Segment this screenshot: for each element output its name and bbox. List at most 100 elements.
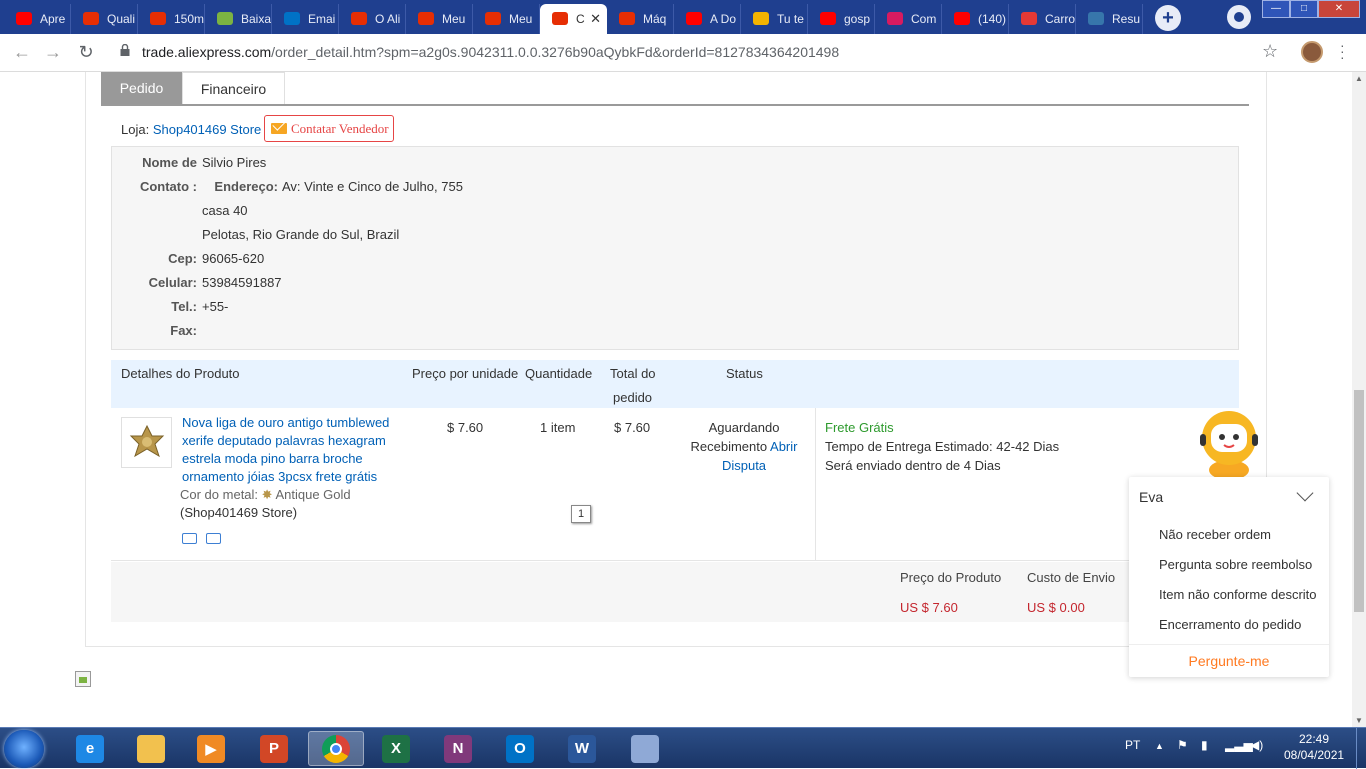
product-card-icon[interactable] [206, 533, 221, 544]
taskbar-app[interactable]: e [62, 731, 118, 766]
cellphone-value: 53984591887 [202, 275, 282, 290]
browser-tab[interactable]: Resu [1076, 4, 1143, 34]
language-indicator[interactable]: PT [1125, 738, 1140, 752]
taskbar-app-letter: W [574, 740, 590, 757]
close-tab-icon[interactable]: ✕ [590, 11, 601, 27]
delivery-label: Tempo de Entrega Estimado: [825, 439, 993, 454]
product-table-header: Detalhes do Produto Preço por unidade Qu… [111, 360, 1239, 408]
chat-option-not-received[interactable]: Não receber ordem [1159, 526, 1271, 544]
store-link[interactable]: Shop401469 Store [153, 122, 261, 137]
clock-date: 08/04/2021 [1284, 748, 1345, 762]
power-icon[interactable]: ▮ [1201, 738, 1208, 752]
sheriff-star-icon [129, 424, 164, 457]
taskbar-app[interactable]: N [430, 731, 486, 766]
system-clock[interactable]: 22:49 08/04/2021 [1284, 731, 1344, 763]
unit-price: $ 7.60 [447, 420, 484, 435]
taskbar-app[interactable]: ▶ [183, 731, 239, 766]
taskbar-app[interactable] [617, 731, 673, 766]
taskbar-app[interactable] [308, 731, 364, 766]
browser-tab-label: Emai [308, 12, 336, 26]
scroll-down-icon[interactable]: ▼ [1355, 716, 1363, 725]
header-quantity: Quantidade [525, 366, 593, 381]
ie-icon: e [76, 734, 104, 763]
bookmark-star-icon[interactable]: ☆ [1262, 41, 1278, 62]
browser-tab[interactable]: gosp [808, 4, 875, 34]
chat-option-refund[interactable]: Pergunta sobre reembolso [1159, 556, 1312, 574]
name-label: Nome de [142, 155, 197, 170]
delivery-line: Tempo de Entrega Estimado: 42-42 Dias [825, 437, 1059, 456]
page-number-badge[interactable]: 1 [571, 505, 591, 523]
scroll-up-icon[interactable]: ▲ [1355, 74, 1363, 83]
tab-search-icon[interactable] [1227, 5, 1251, 29]
volume-icon[interactable]: ◀) [1250, 738, 1263, 752]
browser-tab[interactable]: O Ali [339, 4, 406, 34]
aliexpress-icon [83, 12, 99, 25]
assistant-robot-icon[interactable] [1198, 406, 1260, 478]
download-icon [217, 12, 233, 25]
snapshot-icon[interactable] [182, 533, 197, 544]
taskbar-app[interactable]: P [246, 731, 302, 766]
show-desktop-button[interactable] [1356, 728, 1366, 769]
product-store: (Shop401469 Store) [180, 505, 298, 520]
network-icon[interactable]: ▂▃▅ [1225, 738, 1253, 752]
tab-financeiro[interactable]: Financeiro [182, 72, 285, 104]
chevron-down-icon[interactable] [1296, 484, 1314, 502]
aliexpress-icon [485, 12, 501, 25]
word-icon: W [568, 734, 596, 763]
scroll-thumb[interactable] [1354, 390, 1364, 612]
browser-tab-label: Apre [40, 12, 66, 26]
tel-value: +55- [202, 299, 229, 314]
back-icon[interactable]: ← [12, 42, 32, 62]
browser-tab[interactable]: Baixa [205, 4, 272, 34]
store-line: Loja: Shop401469 Store [121, 120, 261, 140]
profile-avatar[interactable] [1301, 41, 1323, 63]
browser-tab[interactable]: Máq [607, 4, 674, 34]
taskbar-app[interactable]: X [368, 731, 424, 766]
minimize-button[interactable]: — [1262, 0, 1290, 18]
excel-icon: X [382, 734, 410, 763]
header-total-line2: pedido [613, 390, 653, 405]
maximize-button[interactable]: □ [1290, 0, 1318, 18]
product-thumbnail[interactable] [121, 417, 172, 468]
browser-tab[interactable]: Emai [272, 4, 339, 34]
close-window-button[interactable]: ✕ [1318, 0, 1360, 18]
browser-tab[interactable]: Tu te [741, 4, 808, 34]
browser-tab[interactable]: Quali [71, 4, 138, 34]
taskbar-app[interactable] [123, 731, 179, 766]
store-label: Loja: [121, 122, 150, 137]
contact-seller-button[interactable]: Contatar Vendedor [264, 115, 394, 142]
product-title-link[interactable]: Nova liga de ouro antigo tumblewed xerif… [182, 414, 402, 486]
start-button[interactable] [4, 730, 44, 768]
browser-tab[interactable]: Meu [473, 4, 540, 34]
tray-expand-icon[interactable]: ▲ [1155, 741, 1164, 751]
tab-pedido[interactable]: Pedido [101, 72, 182, 104]
browser-tab[interactable]: Meu [406, 4, 473, 34]
browser-tab[interactable]: Apre [4, 4, 71, 34]
chat-option-order-closing[interactable]: Encerramento do pedido [1159, 616, 1301, 634]
browser-tab[interactable]: A Do [674, 4, 741, 34]
browser-tab[interactable]: Com [875, 4, 942, 34]
browser-tab-label: Quali [107, 12, 136, 26]
delivery-value: 42-42 Dias [996, 439, 1060, 454]
page-scrollbar[interactable]: ▲ ▼ [1352, 72, 1366, 727]
action-center-icon[interactable]: ⚑ [1177, 738, 1188, 752]
chat-option-not-as-described[interactable]: Item não conforme descrito [1159, 586, 1317, 604]
address-bar[interactable]: trade.aliexpress.com/order_detail.htm?sp… [142, 44, 839, 60]
taskbar-app[interactable]: O [492, 731, 548, 766]
open-dispute-link-2[interactable]: Disputa [684, 456, 804, 475]
taskbar-app[interactable]: W [554, 731, 610, 766]
browser-tab[interactable]: (140) [942, 4, 1009, 34]
name-value: Silvio Pires [202, 155, 267, 170]
onenote-icon: N [444, 734, 472, 763]
open-dispute-link-1[interactable]: Abrir [770, 439, 797, 454]
browser-tab[interactable]: Carro [1009, 4, 1076, 34]
ask-me-button[interactable]: Pergunte-me [1129, 644, 1329, 677]
reload-icon[interactable]: ↻ [76, 42, 96, 62]
browser-tab[interactable]: 150m [138, 4, 205, 34]
acrobat-icon [1021, 12, 1037, 25]
menu-kebab-icon[interactable]: · · · [1340, 38, 1345, 64]
browser-tab[interactable]: C ✕ [540, 4, 607, 34]
forward-icon[interactable]: → [43, 42, 63, 62]
product-price-label: Preço do Produto [900, 570, 1002, 585]
new-tab-button[interactable]: + [1155, 5, 1181, 31]
